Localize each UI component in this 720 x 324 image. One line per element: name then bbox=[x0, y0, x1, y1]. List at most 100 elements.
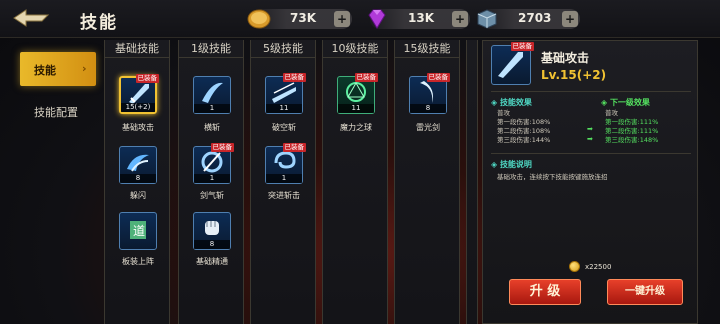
tab-skill-config[interactable]: 技能配置 bbox=[20, 94, 96, 128]
skill-magic-orb[interactable]: 已装备 11 bbox=[337, 73, 378, 114]
skill-name: 躲闪 bbox=[130, 191, 146, 200]
effect-line: 第一段伤害:108% bbox=[497, 118, 551, 126]
skill-name: 横斩 bbox=[204, 123, 220, 132]
skill-armor-up[interactable]: 道 bbox=[119, 212, 157, 250]
effect-line: 第二段伤害:108% bbox=[497, 127, 551, 135]
gold-coin-icon bbox=[247, 9, 271, 29]
tab-arrow-icon: › bbox=[82, 62, 87, 75]
energy-slash-icon bbox=[201, 151, 223, 173]
skill-level: 8 bbox=[194, 240, 230, 249]
equipped-badge: 已装备 bbox=[354, 73, 378, 82]
skill-level: 15(+2) bbox=[121, 103, 155, 112]
skill-name: 破空斩 bbox=[272, 123, 296, 132]
skill-name: 剑气斩 bbox=[200, 191, 224, 200]
skill-name: 突进斩击 bbox=[268, 191, 300, 200]
divider bbox=[491, 153, 691, 154]
crystal-value: 2703 bbox=[518, 11, 552, 25]
skill-name-title: 基础攻击 bbox=[541, 51, 590, 65]
skill-sky-slash[interactable]: 已装备 11 bbox=[265, 73, 306, 114]
dash-icon bbox=[127, 154, 149, 172]
column-header: 1级技能 bbox=[179, 40, 243, 58]
upgrade-button[interactable]: 升 级 bbox=[509, 279, 581, 305]
next-title: 下一级效果 bbox=[609, 98, 650, 107]
column-header: 5级技能 bbox=[251, 40, 315, 58]
equipped-badge: 已装备 bbox=[282, 143, 306, 152]
skill-name: 基础精通 bbox=[196, 257, 228, 266]
skill-level: 1 bbox=[194, 174, 230, 183]
fist-icon: 道 bbox=[130, 221, 146, 239]
skill-sword-wave[interactable]: 已装备 1 bbox=[193, 143, 234, 184]
magic-orb-icon bbox=[346, 81, 366, 102]
page-title: 技能 bbox=[80, 13, 118, 33]
green-arrow-icon: ➡ bbox=[587, 135, 593, 143]
skill-name: 魔力之球 bbox=[340, 123, 372, 132]
back-arrow-icon[interactable] bbox=[12, 7, 52, 29]
skill-name: 雷光剑 bbox=[416, 123, 440, 132]
equipped-badge: 已装备 bbox=[210, 143, 234, 152]
tab-skills[interactable]: 技能 › bbox=[20, 52, 96, 86]
skill-charge-slash[interactable]: 已装备 1 bbox=[265, 143, 306, 184]
svg-text:道: 道 bbox=[133, 224, 145, 238]
add-crystal-button[interactable]: + bbox=[562, 11, 578, 27]
gem-value: 13K bbox=[408, 11, 434, 25]
purple-gem-icon bbox=[368, 9, 386, 29]
skill-column-basic: 基础技能 已装备 15(+2) 基础攻击 8 躲闪 道 板装上阵 bbox=[104, 40, 170, 324]
skill-level-text: Lv.15(+2) bbox=[541, 68, 607, 82]
gold-value: 73K bbox=[290, 11, 316, 25]
green-arrow-icon: ➡ bbox=[587, 125, 593, 133]
skill-name: 板装上阵 bbox=[122, 257, 154, 266]
crescent-slash-icon bbox=[420, 81, 433, 103]
skill-level: 11 bbox=[266, 104, 302, 113]
tab-skills-label: 技能 bbox=[34, 64, 56, 77]
skill-detail-panel: 已装备 基础攻击 Lv.15(+2) ◈ 技能效果 ◈ 下一级效果 普攻 第一段… bbox=[482, 40, 698, 324]
desc-title: 技能说明 bbox=[499, 160, 532, 169]
equipped-badge: 已装备 bbox=[510, 42, 534, 51]
sidebar: 技能 › 技能配置 bbox=[0, 38, 100, 324]
crystal-box-icon bbox=[477, 9, 497, 29]
divider bbox=[491, 91, 691, 92]
skill-basic-attack[interactable]: 已装备 15(+2) bbox=[119, 74, 159, 114]
next-line: 普攻 bbox=[605, 109, 618, 117]
desc-section-title: ◈ 技能说明 bbox=[491, 160, 532, 169]
skill-dodge[interactable]: 8 bbox=[119, 146, 157, 184]
top-bar: 技能 73K + 13K + 2703 + bbox=[0, 0, 720, 38]
swirl-icon bbox=[274, 151, 296, 169]
selected-skill-icon: 已装备 bbox=[491, 42, 534, 85]
max-upgrade-button[interactable]: 一键升级 bbox=[607, 279, 683, 305]
sword-icon bbox=[498, 52, 523, 78]
next-section-title: ◈ 下一级效果 bbox=[601, 98, 650, 107]
skill-column-lv1: 1级技能 1 横斩 已装备 1 剑气斩 8 基础精通 bbox=[178, 40, 244, 324]
skill-level: 11 bbox=[338, 104, 374, 113]
wind-slash-icon bbox=[272, 82, 296, 103]
skill-level: 8 bbox=[410, 104, 446, 113]
next-line: 第二段伤害:111% bbox=[605, 127, 659, 135]
skill-thunder-sword[interactable]: 已装备 8 bbox=[409, 73, 450, 114]
tab-skill-config-label: 技能配置 bbox=[34, 106, 78, 119]
skill-column-lv15: 15级技能 已装备 8 雷光剑 bbox=[394, 40, 460, 324]
next-line: 第一段伤害:111% bbox=[605, 118, 659, 126]
upgrade-cost: x22500 bbox=[585, 263, 612, 271]
skill-level: 8 bbox=[120, 174, 156, 183]
add-gold-button[interactable]: + bbox=[334, 11, 350, 27]
equipped-badge: 已装备 bbox=[282, 73, 306, 82]
skill-description: 基础攻击，连续按下技能按键施放连招 bbox=[497, 173, 608, 181]
column-header: 基础技能 bbox=[105, 40, 169, 58]
crystal-resource: 2703 + bbox=[477, 9, 580, 29]
skill-level: 1 bbox=[194, 104, 230, 113]
column-header: 10级技能 bbox=[323, 40, 387, 58]
skill-column-partial bbox=[466, 40, 478, 324]
effect-line: 第三段伤害:144% bbox=[497, 136, 551, 144]
add-gem-button[interactable]: + bbox=[452, 11, 468, 27]
skill-column-lv5: 5级技能 已装备 11 破空斩 已装备 1 突进斩击 bbox=[250, 40, 316, 324]
fist-icon bbox=[205, 221, 219, 235]
skill-basic-mastery[interactable]: 8 bbox=[193, 212, 231, 250]
skill-name: 基础攻击 bbox=[122, 123, 154, 132]
gem-resource: 13K + bbox=[368, 9, 470, 29]
skill-slash[interactable]: 1 bbox=[193, 76, 231, 114]
equipped-badge: 已装备 bbox=[426, 73, 450, 82]
equipped-badge: 已装备 bbox=[135, 74, 159, 83]
column-header: 15级技能 bbox=[395, 40, 459, 58]
effect-title: 技能效果 bbox=[499, 98, 532, 107]
gold-coin-icon bbox=[569, 261, 580, 272]
next-line: 第三段伤害:148% bbox=[605, 136, 659, 144]
